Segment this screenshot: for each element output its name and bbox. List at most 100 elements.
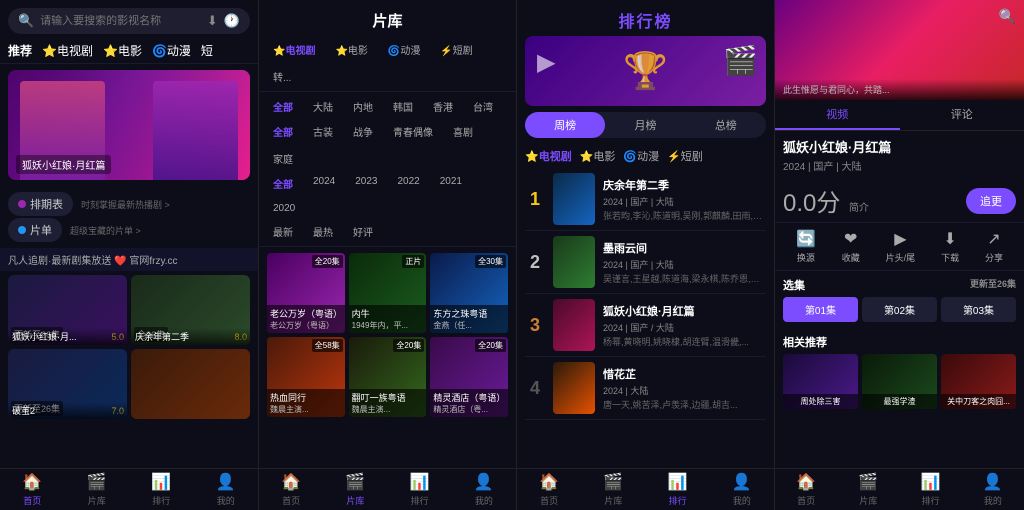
action-share[interactable]: ↗ 分享 bbox=[985, 229, 1003, 264]
rank-cat-tv[interactable]: ⭐电视剧 bbox=[525, 148, 572, 164]
nav-profile-4[interactable]: 👤 我的 bbox=[962, 469, 1024, 510]
nav-library-2[interactable]: 🎬 片库 bbox=[323, 469, 387, 510]
bottom-nav-1: 🏠 首页 🎬 片库 📊 排行 👤 我的 bbox=[0, 468, 258, 510]
filter-comedy[interactable]: 喜剧 bbox=[447, 122, 479, 141]
rank-cat-movie[interactable]: ⭐电影 bbox=[580, 148, 616, 164]
tab-tv[interactable]: ⭐电视剧 bbox=[42, 42, 93, 59]
video-title-3: 破茧2 bbox=[8, 402, 127, 419]
action-skip[interactable]: ▶ 片头/尾 bbox=[886, 229, 916, 264]
rank-item-3[interactable]: 3 狐妖小红娘·月红篇 2024 | 国产 / 大陆 杨幂,黄晓明,姚晓棣,胡连… bbox=[525, 294, 766, 357]
rank-tab-week[interactable]: 周榜 bbox=[525, 112, 605, 138]
filter-tv[interactable]: ⭐电视剧 bbox=[267, 40, 321, 59]
detail-tab-comments[interactable]: 评论 bbox=[900, 100, 1024, 130]
rank-cat-short[interactable]: ⚡短剧 bbox=[667, 148, 703, 164]
nav-home-1[interactable]: 🏠 首页 bbox=[0, 469, 65, 510]
nav-library-4[interactable]: 🎬 片库 bbox=[837, 469, 899, 510]
nav-library-3[interactable]: 🎬 片库 bbox=[581, 469, 645, 510]
lib-card-3[interactable]: 全30集 东方之珠粤语 金燕（任... bbox=[430, 253, 508, 333]
tab-anime[interactable]: 🌀动漫 bbox=[152, 42, 191, 59]
filter-2020[interactable]: 2020 bbox=[267, 201, 301, 216]
related-card-1[interactable]: 周处除三害 bbox=[783, 354, 858, 409]
filter-romance[interactable]: 青春偶像 bbox=[387, 122, 439, 141]
filter-newest[interactable]: 最新 bbox=[267, 222, 299, 241]
ep-btn-1[interactable]: 第01集 bbox=[783, 297, 858, 322]
video-card-3[interactable]: 更新至26集 7.0 破茧2 bbox=[8, 349, 127, 419]
tab-movie[interactable]: ⭐电影 bbox=[103, 42, 142, 59]
lib-sub-5: 魏晨主演... bbox=[352, 404, 424, 415]
filter-family[interactable]: 家庭 bbox=[267, 149, 299, 168]
filter-all-year[interactable]: 全部 bbox=[267, 174, 299, 193]
filter-hottest[interactable]: 最热 bbox=[307, 222, 339, 241]
rank-item-2[interactable]: 2 墨雨云间 2024 | 国产 | 大陆 吴谨言,王星越,陈道海,梁永棋,陈乔… bbox=[525, 231, 766, 294]
filter-anime[interactable]: 🌀动漫 bbox=[382, 40, 426, 59]
search-input[interactable] bbox=[40, 15, 201, 27]
nav-profile-2[interactable]: 👤 我的 bbox=[452, 469, 516, 510]
nav-rank-4[interactable]: 📊 排行 bbox=[900, 469, 962, 510]
ep-btn-3[interactable]: 第03集 bbox=[941, 297, 1016, 322]
video-card-4[interactable] bbox=[131, 349, 250, 419]
rank-item-4[interactable]: 4 惜花芷 2024 | 大陆 唐一天,姚苦泽,卢羡泽,边疆,胡吉... bbox=[525, 357, 766, 420]
filter-tw[interactable]: 台湾 bbox=[467, 97, 499, 116]
home-icon-4: 🏠 bbox=[796, 472, 816, 492]
tab-recommend[interactable]: 推荐 bbox=[8, 42, 32, 59]
nav-profile-3[interactable]: 👤 我的 bbox=[710, 469, 774, 510]
rank-banner: 🏆 🎬 ▶ bbox=[525, 36, 766, 106]
hero-banner[interactable]: 狐妖小红娘·月红篇 bbox=[8, 70, 250, 180]
ep-btn-2[interactable]: 第02集 bbox=[862, 297, 937, 322]
rank-cat-anime[interactable]: 🌀动漫 bbox=[623, 148, 659, 164]
related-card-2[interactable]: 最强学渣 bbox=[862, 354, 937, 409]
filter-2021[interactable]: 2021 bbox=[434, 174, 468, 193]
filter-korea[interactable]: 韩国 bbox=[387, 97, 419, 116]
filter-mainland[interactable]: 大陆 bbox=[307, 97, 339, 116]
panel-home: 🔍 ⬇ 🕐 推荐 ⭐电视剧 ⭐电影 🌀动漫 短 狐妖小红娘·月红篇 排期表 时刻… bbox=[0, 0, 258, 510]
nav-profile-1[interactable]: 👤 我的 bbox=[194, 469, 259, 510]
action-collect[interactable]: ❤ 收藏 bbox=[842, 229, 860, 264]
nav-home-2[interactable]: 🏠 首页 bbox=[259, 469, 323, 510]
filter-hk[interactable]: 香港 bbox=[427, 97, 459, 116]
lib-badge-1: 全20集 bbox=[312, 255, 343, 268]
hero-title: 狐妖小红娘·月红篇 bbox=[16, 155, 111, 174]
nav-rank-1[interactable]: 📊 排行 bbox=[129, 469, 194, 510]
lib-card-6[interactable]: 全20集 精灵酒店（粤语） 精灵酒店（粤... bbox=[430, 337, 508, 417]
filter-all-genre[interactable]: 全部 bbox=[267, 122, 299, 141]
action-download[interactable]: ⬇ 下载 bbox=[941, 229, 959, 264]
tab-short[interactable]: 短 bbox=[201, 42, 213, 59]
filter-2024[interactable]: 2024 bbox=[307, 174, 341, 193]
rank-item-1[interactable]: 1 庆余年第二季 2024 | 国产 | 大陆 张若昀,李沁,陈道明,吴刚,郭麒… bbox=[525, 168, 766, 231]
nav-rank-3[interactable]: 📊 排行 bbox=[646, 469, 710, 510]
video-card-2[interactable]: 全36集 8.0 庆余年第二季 bbox=[131, 275, 250, 345]
related-card-3[interactable]: 关中刀客之肉囧... bbox=[941, 354, 1016, 409]
nav-library-1[interactable]: 🎬 片库 bbox=[65, 469, 130, 510]
playlist-button[interactable]: 片单 bbox=[8, 218, 62, 242]
lib-card-2[interactable]: 正片 内牛 1949年内，平... bbox=[349, 253, 427, 333]
lib-card-5[interactable]: 全20集 翻叮一族粤语 魏晨主演... bbox=[349, 337, 427, 417]
rank-title-3: 狐妖小红娘·月红篇 bbox=[603, 303, 766, 319]
download-icon[interactable]: ⬇ bbox=[207, 13, 218, 29]
filter-period[interactable]: 古装 bbox=[307, 122, 339, 141]
nav-home-4[interactable]: 🏠 首页 bbox=[775, 469, 837, 510]
lib-card-1[interactable]: 全20集 老公万岁（粤语） 老公万岁（粤语） bbox=[267, 253, 345, 333]
rank-tab-month[interactable]: 月榜 bbox=[605, 112, 685, 138]
lib-card-4[interactable]: 全58集 热血同行 魏晨主演... bbox=[267, 337, 345, 417]
schedule-button[interactable]: 排期表 bbox=[8, 192, 73, 216]
action-source[interactable]: 🔄 换源 bbox=[796, 229, 816, 264]
filter-more[interactable]: 转... bbox=[267, 67, 297, 86]
nav-rank-2[interactable]: 📊 排行 bbox=[388, 469, 452, 510]
filter-2023[interactable]: 2023 bbox=[349, 174, 383, 193]
rank-tab-total[interactable]: 总榜 bbox=[686, 112, 766, 138]
detail-search-icon[interactable]: 🔍 bbox=[999, 8, 1016, 25]
filter-war[interactable]: 战争 bbox=[347, 122, 379, 141]
filter-movie[interactable]: ⭐电影 bbox=[329, 40, 373, 59]
history-icon[interactable]: 🕐 bbox=[224, 13, 240, 29]
follow-button[interactable]: 追更 bbox=[966, 188, 1016, 214]
detail-tab-video[interactable]: 视频 bbox=[775, 100, 900, 130]
filter-short[interactable]: ⚡短剧 bbox=[434, 40, 478, 59]
video-card-1[interactable]: 更新至26集 5.0 狐妖小红娘·月... bbox=[8, 275, 127, 345]
filter-rated[interactable]: 好评 bbox=[347, 222, 379, 241]
search-bar[interactable]: 🔍 ⬇ 🕐 bbox=[8, 8, 250, 34]
detail-intro-label[interactable]: 简介 bbox=[849, 203, 869, 214]
filter-2022[interactable]: 2022 bbox=[392, 174, 426, 193]
nav-home-3[interactable]: 🏠 首页 bbox=[517, 469, 581, 510]
filter-inner[interactable]: 内地 bbox=[347, 97, 379, 116]
filter-all-region[interactable]: 全部 bbox=[267, 97, 299, 116]
